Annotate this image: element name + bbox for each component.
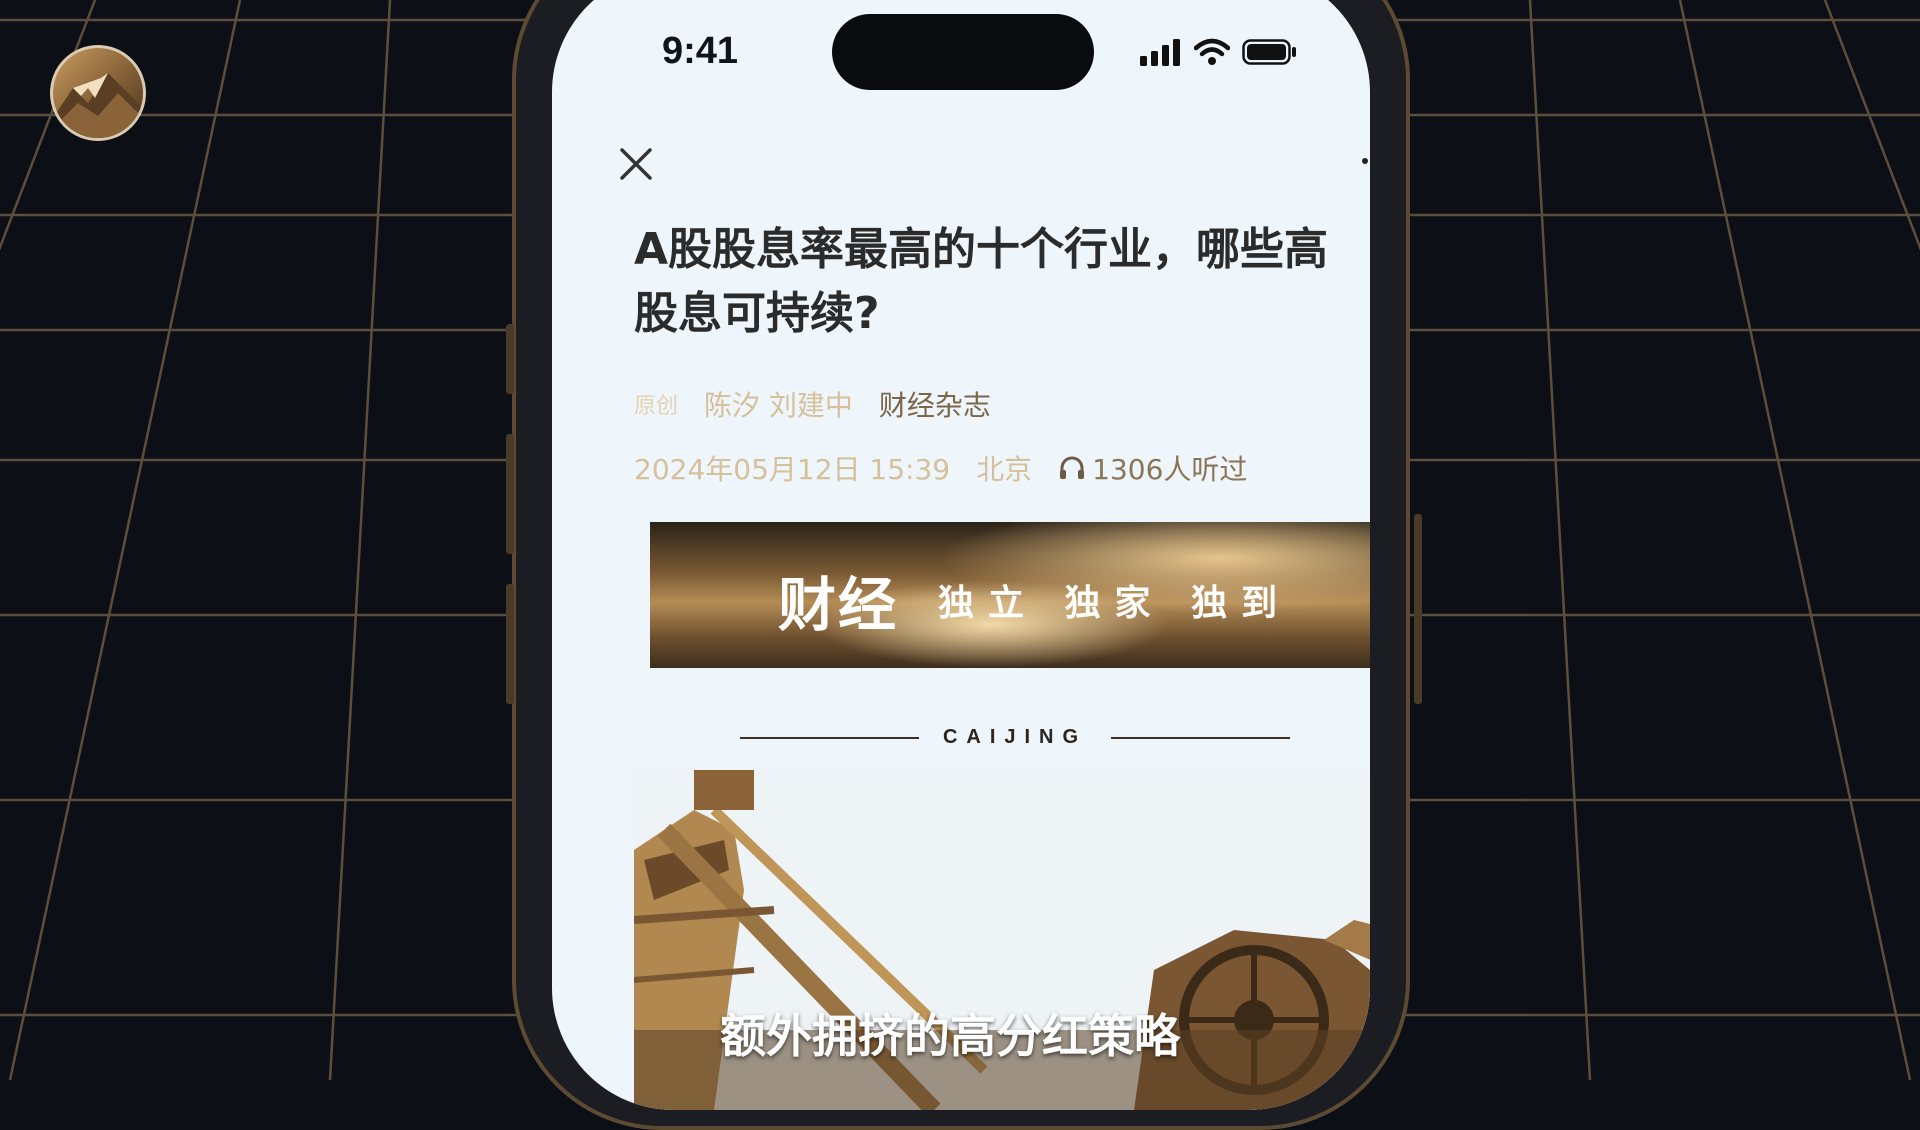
listen-count-text: 1306人听过 <box>1092 453 1248 486</box>
caption-text: CAIJING <box>942 726 1088 748</box>
banner-slogan: 独立 独家 独到 <box>938 583 1292 624</box>
article-title-line-1: A股股息率最高的十个行业，哪些高 <box>634 224 1329 275</box>
video-subtitle: 额外拥挤的高分红策略 <box>720 1009 1180 1063</box>
caijing-banner: 财经 独立 独家 独到 <box>650 522 1370 668</box>
phone-volume-up-button <box>506 434 514 554</box>
author-names[interactable]: 陈汐 刘建中 <box>704 384 853 424</box>
listen-count[interactable]: 1306人听过 <box>1058 448 1247 488</box>
more-icon[interactable] <box>1362 158 1368 164</box>
phone-screen: 9:41 A股股息率最高的十个行业，哪些高 股息可持续? 原创 陈汐 刘建中 财… <box>552 0 1370 1110</box>
status-icons <box>1140 38 1298 66</box>
dynamic-island <box>832 14 1094 90</box>
date-row: 2024年05月12日 15:39 北京 1306人听过 <box>634 448 1247 488</box>
wifi-icon <box>1194 38 1230 65</box>
status-time: 9:41 <box>662 30 739 72</box>
banner-logo: 财经 <box>778 571 899 639</box>
caption-divider-right <box>1111 736 1290 739</box>
caijing-caption: CAIJING <box>740 726 1290 749</box>
publish-location: 北京 <box>976 453 1033 486</box>
phone-action-button <box>506 324 514 394</box>
close-icon <box>620 148 652 180</box>
article-title: A股股息率最高的十个行业，哪些高 股息可持续? <box>634 218 1370 346</box>
phone-power-button <box>1414 514 1422 704</box>
original-tag: 原创 <box>634 394 679 419</box>
signal-icon <box>1140 39 1180 66</box>
battery-icon <box>1242 39 1296 65</box>
phone-volume-down-button <box>506 584 514 704</box>
phone-frame: 9:41 A股股息率最高的十个行业，哪些高 股息可持续? 原创 陈汐 刘建中 财… <box>506 0 1422 1130</box>
byline-row: 原创 陈汐 刘建中 财经杂志 <box>634 384 991 424</box>
article-title-line-2: 股息可持续? <box>634 288 880 339</box>
close-button[interactable] <box>614 142 658 186</box>
caption-divider-left <box>740 736 919 739</box>
source-name[interactable]: 财经杂志 <box>879 384 991 424</box>
publish-date: 2024年05月12日 15:39 <box>634 453 951 486</box>
headphones-icon <box>1060 456 1085 479</box>
channel-avatar <box>50 45 146 141</box>
